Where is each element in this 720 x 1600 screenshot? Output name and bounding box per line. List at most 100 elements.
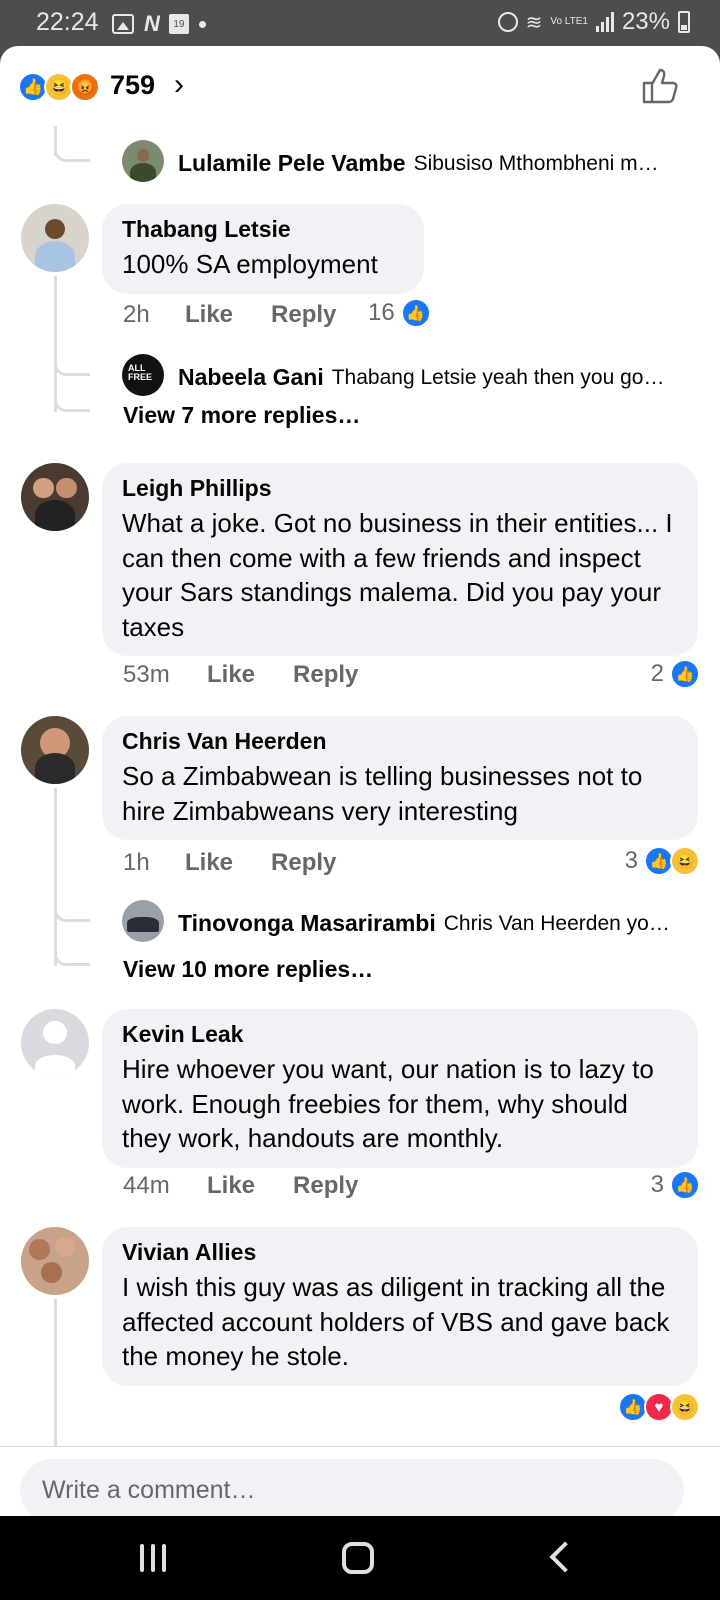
comment-author[interactable]: Leigh Phillips — [122, 475, 678, 502]
comment-text: Hire whoever you want, our nation is to … — [122, 1054, 654, 1153]
network-type: Vo LTE1 — [550, 16, 588, 27]
comment-actions: 2h Like Reply — [123, 301, 336, 329]
back-icon[interactable] — [549, 1541, 581, 1573]
signal-icon — [595, 12, 614, 32]
comment-composer: Write a comment… — [0, 1446, 720, 1516]
status-bar: 22:24 N 19 ≋ Vo LTE1 23% — [0, 0, 720, 46]
reply-preview[interactable]: Nabeela Gani Thabang Letsie yeah then yo… — [178, 364, 698, 391]
reactions-header: 👍 😆 😡 759 › — [0, 46, 720, 126]
reply-button[interactable]: Reply — [293, 1172, 358, 1200]
comment-reactions[interactable]: 3 👍 😆 — [625, 846, 700, 876]
home-icon[interactable] — [342, 1542, 374, 1574]
reply-preview[interactable]: Lulamile Pele Vambe Sibusiso Mthombheni … — [178, 150, 698, 177]
reaction-count: 16 — [368, 299, 395, 326]
comment-actions: 53m Like Reply — [123, 661, 358, 689]
reaction-summary[interactable]: 👍 😆 😡 — [18, 72, 100, 102]
comment-actions: 44m Like Reply — [123, 1172, 358, 1200]
comment-reactions[interactable]: 2 👍 — [651, 659, 700, 689]
comment-bubble[interactable]: Vivian Allies I wish this guy was as dil… — [102, 1227, 698, 1386]
like-post-icon[interactable] — [640, 66, 680, 106]
chevron-right-icon[interactable]: › — [174, 68, 184, 102]
comment-time[interactable]: 44m — [123, 1172, 207, 1200]
comment-reactions[interactable]: 👍 ♥ 😆 — [618, 1392, 700, 1422]
reaction-count: 3 — [624, 847, 638, 874]
reply-author[interactable]: Tinovonga Masarirambi — [178, 910, 436, 937]
status-time: 22:24 — [36, 8, 99, 36]
comment-bubble[interactable]: Thabang Letsie 100% SA employment — [102, 204, 424, 294]
comment-time[interactable]: 53m — [123, 661, 207, 689]
thread-hook — [54, 352, 90, 376]
comment-time[interactable]: 1h — [123, 849, 185, 877]
gallery-icon — [112, 14, 134, 34]
comment-text: I wish this guy was as diligent in track… — [122, 1272, 670, 1371]
comment-bubble[interactable]: Kevin Leak Hire whoever you want, our na… — [102, 1009, 698, 1168]
comment-author[interactable]: Chris Van Heerden — [122, 728, 678, 755]
avatar[interactable] — [21, 1227, 89, 1295]
wifi-icon: ≋ — [525, 11, 543, 34]
avatar-logo: ALL FREE — [128, 363, 153, 382]
view-more-replies[interactable]: View 7 more replies… — [123, 402, 360, 429]
avatar[interactable] — [21, 463, 89, 531]
system-icons: ≋ Vo LTE1 23% — [497, 8, 690, 36]
comment-time[interactable]: 2h — [123, 301, 185, 329]
avatar[interactable] — [21, 716, 89, 784]
comment-text: 100% SA employment — [122, 249, 378, 279]
comment-author[interactable]: Thabang Letsie — [122, 216, 404, 243]
thread-hook — [54, 138, 90, 162]
comment-author[interactable]: Kevin Leak — [122, 1021, 678, 1048]
like-button[interactable]: Like — [185, 301, 233, 329]
haha-reaction-icon: 😆 — [670, 1392, 700, 1422]
angry-reaction-icon: 😡 — [70, 72, 100, 102]
comment-actions: 1h Like Reply — [123, 849, 336, 877]
thread-hook — [54, 388, 90, 412]
alarm-icon — [497, 12, 518, 32]
avatar[interactable] — [122, 140, 164, 182]
reaction-count: 2 — [650, 660, 664, 687]
netflix-icon: N — [144, 11, 160, 36]
calendar-icon: 19 — [168, 14, 189, 34]
thread-line — [54, 1299, 57, 1446]
reply-text: Chris Van Heerden yo… — [443, 911, 670, 935]
haha-reaction-icon: 😆 — [670, 846, 700, 876]
reply-text: Sibusiso Mthombheni m… — [413, 151, 659, 175]
battery-percent: 23% — [621, 8, 670, 35]
comment-list[interactable]: Lulamile Pele Vambe Sibusiso Mthombheni … — [0, 126, 720, 1446]
avatar[interactable]: ALL FREE — [122, 354, 164, 396]
reply-button[interactable]: Reply — [271, 301, 336, 329]
avatar[interactable] — [122, 900, 164, 942]
reaction-count: 3 — [650, 1171, 664, 1198]
recents-icon[interactable] — [140, 1544, 166, 1572]
like-button[interactable]: Like — [185, 849, 233, 877]
reaction-count[interactable]: 759 — [110, 70, 155, 101]
like-button[interactable]: Like — [207, 1172, 255, 1200]
thread-hook — [54, 942, 90, 966]
view-more-replies[interactable]: View 10 more replies… — [123, 956, 373, 983]
comment-input[interactable]: Write a comment… — [20, 1459, 684, 1516]
reply-author[interactable]: Nabeela Gani — [178, 364, 324, 391]
like-button[interactable]: Like — [207, 661, 255, 689]
reply-text: Thabang Letsie yeah then you go… — [331, 365, 665, 389]
like-reaction-icon: 👍 — [400, 298, 431, 328]
thread-line — [54, 788, 57, 966]
comment-text: So a Zimbabwean is telling businesses no… — [122, 761, 643, 826]
thread-hook — [54, 898, 90, 922]
comment-reactions[interactable]: 3 👍 — [651, 1170, 700, 1200]
comment-text: What a joke. Got no business in their en… — [122, 508, 673, 642]
avatar[interactable] — [21, 1009, 89, 1077]
comment-author[interactable]: Vivian Allies — [122, 1239, 678, 1266]
comment-bubble[interactable]: Leigh Phillips What a joke. Got no busin… — [102, 463, 698, 656]
reply-preview[interactable]: Tinovonga Masarirambi Chris Van Heerden … — [178, 910, 698, 937]
reply-author[interactable]: Lulamile Pele Vambe — [178, 150, 406, 177]
comments-sheet: 👍 😆 😡 759 › Lulamile Pele Vambe Sibusiso… — [0, 46, 720, 1516]
comment-reactions[interactable]: 16 👍 — [368, 298, 431, 328]
comment-bubble[interactable]: Chris Van Heerden So a Zimbabwean is tel… — [102, 716, 698, 840]
system-nav-bar — [0, 1516, 720, 1600]
notification-icons: N 19 — [112, 11, 206, 37]
reply-button[interactable]: Reply — [271, 849, 336, 877]
avatar[interactable] — [21, 204, 89, 272]
battery-icon — [678, 11, 690, 33]
like-reaction-icon: 👍 — [670, 659, 700, 689]
more-notifications-icon — [198, 20, 206, 28]
reply-button[interactable]: Reply — [293, 661, 358, 689]
like-reaction-icon: 👍 — [670, 1170, 700, 1200]
